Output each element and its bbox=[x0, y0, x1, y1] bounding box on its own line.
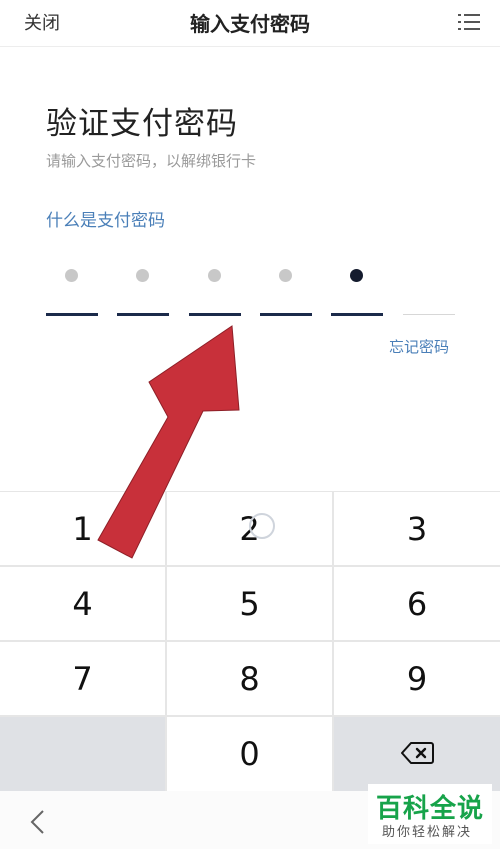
key-7[interactable]: 7 bbox=[0, 642, 165, 715]
instruction-text: 请输入支付密码，以解绑银行卡 bbox=[46, 152, 257, 170]
menu-icon[interactable] bbox=[458, 12, 480, 32]
pin-digit-6[interactable] bbox=[403, 262, 455, 318]
forgot-password-link[interactable]: 忘记密码 bbox=[389, 336, 449, 357]
key-4[interactable]: 4 bbox=[0, 567, 165, 640]
pin-digit-5[interactable] bbox=[331, 262, 383, 318]
pin-digit-3[interactable] bbox=[189, 262, 241, 318]
pin-dot bbox=[350, 269, 363, 282]
backspace-icon bbox=[400, 735, 434, 773]
pin-underline bbox=[403, 314, 455, 315]
pin-dot bbox=[279, 269, 292, 282]
key-5[interactable]: 5 bbox=[167, 567, 332, 640]
pin-digit-4[interactable] bbox=[260, 262, 312, 318]
pin-underline bbox=[46, 313, 98, 316]
key-8[interactable]: 8 bbox=[167, 642, 332, 715]
key-blank bbox=[0, 717, 165, 791]
pin-underline bbox=[117, 313, 169, 316]
pin-digit-2[interactable] bbox=[117, 262, 169, 318]
delete-key[interactable] bbox=[334, 717, 500, 791]
top-bar: 关闭 输入支付密码 bbox=[0, 0, 500, 47]
watermark-subtitle: 助你轻松解决 bbox=[382, 825, 473, 840]
pin-dot bbox=[208, 269, 221, 282]
pin-dot bbox=[136, 269, 149, 282]
watermark-title: 百科全说 bbox=[376, 794, 485, 824]
pin-underline bbox=[331, 313, 383, 316]
back-arrow-icon[interactable] bbox=[26, 807, 50, 837]
pin-digit-1[interactable] bbox=[46, 262, 98, 318]
pin-underline bbox=[189, 313, 241, 316]
verify-heading: 验证支付密码 bbox=[46, 106, 238, 142]
pin-dot bbox=[65, 269, 78, 282]
numeric-keypad: 1 2 3 4 5 6 7 8 9 0 bbox=[0, 491, 500, 791]
watermark-logo: 百科全说 助你轻松解决 bbox=[368, 784, 492, 844]
loading-ring bbox=[249, 513, 275, 539]
key-0[interactable]: 0 bbox=[167, 717, 332, 791]
key-9[interactable]: 9 bbox=[334, 642, 500, 715]
pin-underline bbox=[260, 313, 312, 316]
key-1[interactable]: 1 bbox=[0, 492, 165, 565]
what-is-payment-password-link[interactable]: 什么是支付密码 bbox=[46, 206, 165, 231]
key-3[interactable]: 3 bbox=[334, 492, 500, 565]
page-title: 输入支付密码 bbox=[190, 12, 310, 36]
key-6[interactable]: 6 bbox=[334, 567, 500, 640]
